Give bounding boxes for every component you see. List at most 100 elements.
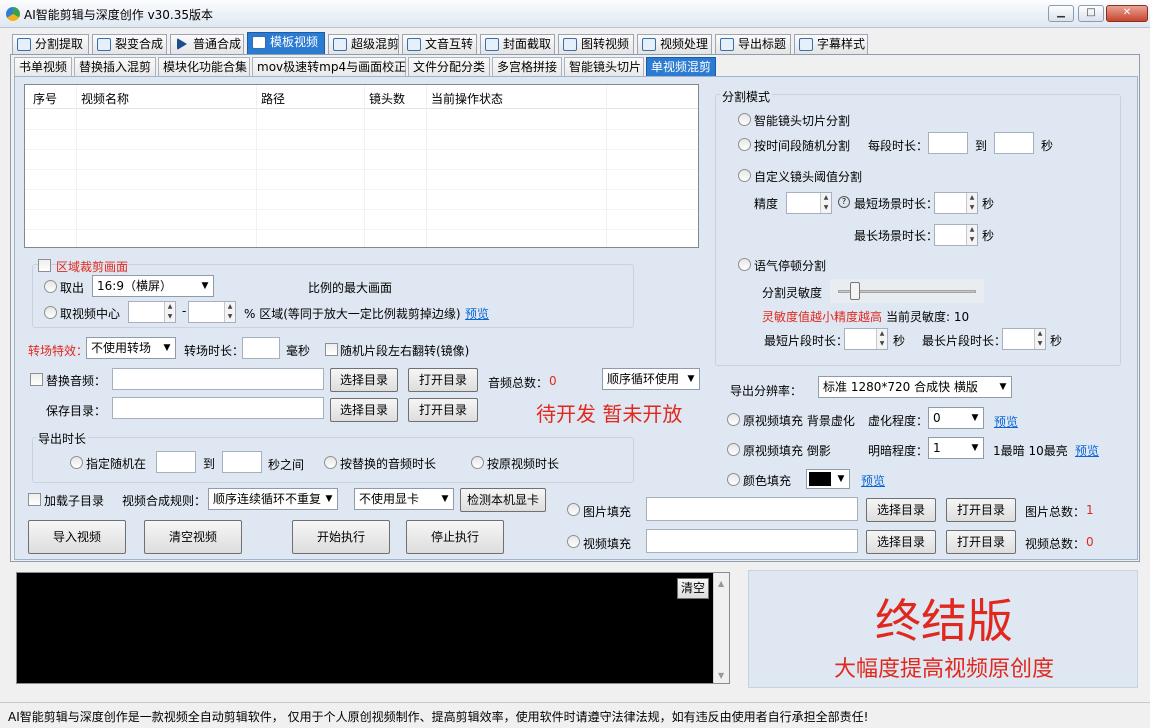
center-min-stepper[interactable]: ▲ ▼: [128, 301, 176, 323]
tab-normal-compose[interactable]: 普通合成: [170, 34, 244, 54]
smart-split-radio[interactable]: [738, 113, 751, 126]
by-original-radio[interactable]: [471, 456, 484, 469]
close-button[interactable]: ✕: [1106, 5, 1148, 22]
image-fill-radio[interactable]: [567, 503, 580, 516]
stepper-arrows-icon[interactable]: ▲ ▼: [1034, 329, 1045, 349]
audio-order-select[interactable]: 顺序循环使用 ▼: [602, 368, 700, 390]
subtab-modules[interactable]: 模块化功能合集: [158, 57, 250, 77]
subdir-checkbox[interactable]: [28, 493, 41, 506]
stepper-arrows-icon[interactable]: ▲ ▼: [164, 302, 175, 322]
center-max-stepper[interactable]: ▲ ▼: [188, 301, 236, 323]
time-split-radio[interactable]: [738, 138, 751, 151]
precision-stepper[interactable]: ▲ ▼: [786, 192, 832, 214]
blur-select[interactable]: 0 ▼: [928, 407, 984, 429]
maximize-button[interactable]: □: [1078, 5, 1104, 22]
start-button[interactable]: 开始执行: [292, 520, 390, 554]
log-clear-button[interactable]: 清空: [677, 578, 709, 599]
save-dir-input[interactable]: [112, 397, 324, 419]
image-choose-dir-button[interactable]: 选择目录: [866, 498, 936, 522]
tab-split-extract[interactable]: 分割提取: [12, 34, 89, 54]
take-out-radio[interactable]: [44, 280, 57, 293]
clear-video-button[interactable]: 清空视频: [144, 520, 242, 554]
subtab-smart-slice[interactable]: 智能镜头切片: [564, 57, 644, 77]
blur-preview-link[interactable]: 预览: [994, 413, 1018, 430]
scroll-down-icon[interactable]: ▼: [718, 671, 724, 680]
center-radio[interactable]: [44, 306, 57, 319]
minimize-button[interactable]: ▁: [1048, 5, 1074, 22]
fill-blur-radio[interactable]: [727, 413, 740, 426]
max-clip-stepper[interactable]: ▲ ▼: [1002, 328, 1046, 350]
tab-video-process[interactable]: 视频处理: [637, 34, 712, 54]
chevron-down-icon: ▼: [163, 343, 171, 353]
import-video-button[interactable]: 导入视频: [28, 520, 126, 554]
tab-text-audio[interactable]: 文音互转: [402, 34, 477, 54]
video-choose-dir-button[interactable]: 选择目录: [866, 530, 936, 554]
video-open-dir-button[interactable]: 打开目录: [946, 530, 1016, 554]
image-open-dir-button[interactable]: 打开目录: [946, 498, 1016, 522]
tab-subtitle-style[interactable]: 字幕样式: [794, 34, 868, 54]
segment-max-input[interactable]: [994, 132, 1034, 154]
aspect-ratio-select[interactable]: 16:9（横屏） ▼: [92, 275, 214, 297]
subtab-booklist[interactable]: 书单视频: [14, 57, 72, 77]
random-max-input[interactable]: [222, 451, 262, 473]
random-duration-radio[interactable]: [70, 456, 83, 469]
gpu-select[interactable]: 不使用显卡 ▼: [354, 488, 454, 510]
transition-duration-input[interactable]: [242, 337, 280, 359]
resolution-select[interactable]: 标准 1280*720 合成快 横版 ▼: [818, 376, 1012, 398]
brightness-preview-link[interactable]: 预览: [1075, 442, 1099, 459]
log-scrollbar[interactable]: ▲ ▼: [713, 573, 729, 683]
color-preview-link[interactable]: 预览: [861, 472, 885, 489]
slider-thumb[interactable]: [849, 282, 860, 300]
min-clip-stepper[interactable]: ▲ ▼: [844, 328, 888, 350]
save-open-dir-button[interactable]: 打开目录: [408, 398, 478, 422]
transition-select[interactable]: 不使用转场 ▼: [86, 337, 176, 359]
stepper-arrows-icon[interactable]: ▲ ▼: [820, 193, 831, 213]
tab-export-title[interactable]: 导出标题: [715, 34, 791, 54]
tab-template-video[interactable]: 模板视频: [247, 32, 325, 54]
fill-shadow-radio[interactable]: [727, 443, 740, 456]
color-fill-radio[interactable]: [727, 473, 740, 486]
subtab-grid-stitch[interactable]: 多宫格拼接: [492, 57, 562, 77]
pause-split-radio[interactable]: [738, 258, 751, 271]
crop-checkbox[interactable]: [38, 259, 51, 272]
rule-select[interactable]: 顺序连续循环不重复 ▼: [208, 488, 338, 510]
by-audio-radio[interactable]: [324, 456, 337, 469]
video-table[interactable]: 序号 视频名称 路径 镜头数 当前操作状态: [24, 84, 699, 248]
save-choose-dir-button[interactable]: 选择目录: [330, 398, 398, 422]
subtab-replace-insert[interactable]: 替换插入混剪: [74, 57, 156, 77]
subtab-single-mix[interactable]: 单视频混剪: [646, 57, 716, 77]
mirror-checkbox[interactable]: [325, 343, 338, 356]
sensitivity-slider[interactable]: [830, 279, 984, 303]
random-min-input[interactable]: [156, 451, 196, 473]
custom-threshold-radio[interactable]: [738, 169, 751, 182]
help-icon[interactable]: ?: [838, 196, 850, 208]
tab-fission[interactable]: 裂变合成: [92, 34, 167, 54]
video-fill-radio[interactable]: [567, 535, 580, 548]
stepper-arrows-icon[interactable]: ▲ ▼: [224, 302, 235, 322]
subtab-file-distribute[interactable]: 文件分配分类: [408, 57, 490, 77]
log-console[interactable]: [16, 572, 730, 684]
min-scene-stepper[interactable]: ▲ ▼: [934, 192, 978, 214]
audio-open-dir-button[interactable]: 打开目录: [408, 368, 478, 392]
audio-choose-dir-button[interactable]: 选择目录: [330, 368, 398, 392]
image-dir-input[interactable]: [646, 497, 858, 521]
stepper-arrows-icon[interactable]: ▲ ▼: [876, 329, 887, 349]
stop-button[interactable]: 停止执行: [406, 520, 504, 554]
color-picker[interactable]: ▼: [806, 469, 850, 489]
crop-preview-link[interactable]: 预览: [465, 305, 489, 322]
video-total-value: 0: [1086, 535, 1094, 549]
tab-cover-capture[interactable]: 封面截取: [480, 34, 555, 54]
detect-gpu-button[interactable]: 检测本机显卡: [460, 488, 546, 512]
brightness-select[interactable]: 1 ▼: [928, 437, 984, 459]
subtab-mov-convert[interactable]: mov极速转mp4与画面校正: [252, 57, 406, 77]
audio-dir-input[interactable]: [112, 368, 324, 390]
stepper-arrows-icon[interactable]: ▲ ▼: [966, 225, 977, 245]
scroll-up-icon[interactable]: ▲: [718, 579, 724, 588]
replace-audio-checkbox[interactable]: [30, 373, 43, 386]
video-dir-input[interactable]: [646, 529, 858, 553]
max-scene-stepper[interactable]: ▲ ▼: [934, 224, 978, 246]
tab-image-to-video[interactable]: 图转视频: [558, 34, 634, 54]
tab-super-mix[interactable]: 超级混剪: [328, 34, 399, 54]
stepper-arrows-icon[interactable]: ▲ ▼: [966, 193, 977, 213]
segment-min-input[interactable]: [928, 132, 968, 154]
